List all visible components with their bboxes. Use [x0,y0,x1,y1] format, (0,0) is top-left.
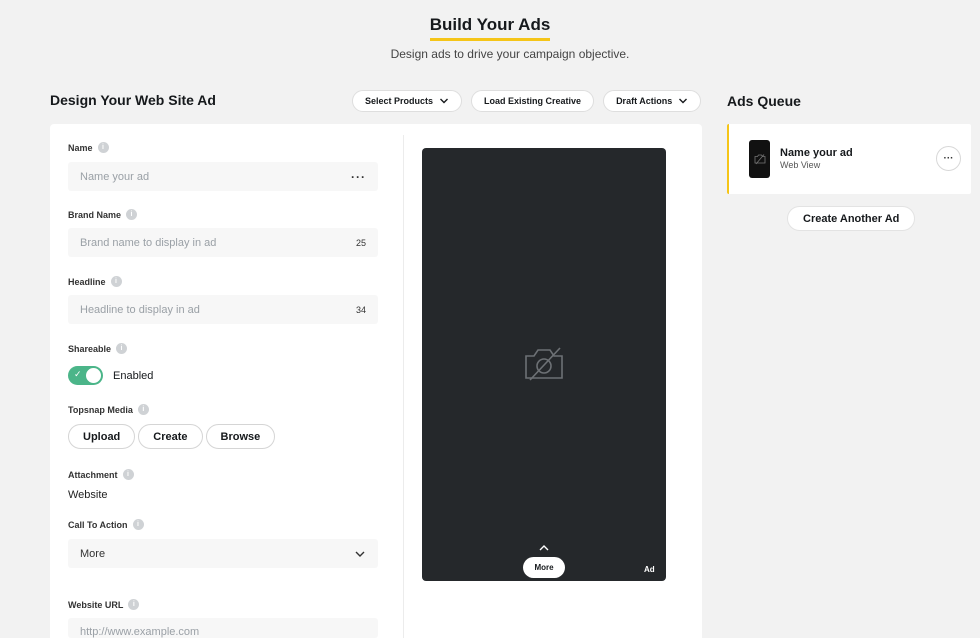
camera-off-icon [525,347,563,381]
editor-toolbar: Select Products Load Existing Creative D… [352,90,702,112]
info-icon[interactable]: i [137,404,149,415]
select-products-button[interactable]: Select Products [352,90,463,112]
ad-preview: More Ad [422,148,666,581]
draft-actions-button[interactable]: Draft Actions [603,90,702,112]
info-icon[interactable]: i [110,276,122,287]
load-existing-creative-button[interactable]: Load Existing Creative [471,90,595,112]
chevron-down-icon [679,98,688,104]
website-url-label: Website URL i [68,599,140,610]
ad-thumbnail [749,140,770,178]
chevron-up-icon [539,545,549,551]
char-count: 34 [355,304,366,315]
editor-title: Design Your Web Site Ad [50,92,216,108]
queue-item[interactable]: Name your ad Web View ··· [727,124,971,194]
call-to-action-select[interactable]: More [68,539,378,568]
check-icon: ✓ [74,369,82,379]
queue-item-type: Web View [780,160,821,170]
call-to-action-label: Call To Action i [68,519,144,530]
browse-button[interactable]: Browse [205,424,276,449]
ads-queue-title: Ads Queue [727,93,801,109]
info-icon[interactable]: i [116,343,128,354]
toggle-knob [86,368,101,383]
name-label: Name i [68,142,109,153]
more-options-icon[interactable]: ··· [936,146,961,171]
shareable-status: Enabled [113,369,154,382]
info-icon[interactable]: i [132,519,144,530]
create-button[interactable]: Create [138,424,203,449]
headline-input[interactable]: Headline to display in ad 34 [68,295,378,324]
page-subtitle: Design ads to drive your campaign object… [390,47,630,61]
brand-name-input[interactable]: Brand name to display in ad 25 [68,228,378,257]
topsnap-media-label: Topsnap Media i [68,404,149,415]
attachment-label: Attachment i [68,469,134,480]
attachment-value: Website [68,489,108,501]
more-options-icon[interactable]: ··· [351,170,366,184]
shareable-row: ✓ Enabled [68,366,153,385]
preview-more-button[interactable]: More [523,557,565,578]
headline-label: Headline i [68,276,122,287]
brand-name-label: Brand Name i [68,209,138,220]
info-icon[interactable]: i [122,469,134,480]
topsnap-media-buttons: Upload Create Browse [68,424,276,449]
card-divider [403,135,404,638]
camera-off-icon [754,154,765,165]
name-input[interactable]: Name your ad ··· [68,162,378,191]
ad-tag: Ad [644,565,655,574]
upload-button[interactable]: Upload [68,424,136,449]
create-another-ad-button[interactable]: Create Another Ad [787,206,916,231]
queue-item-name: Name your ad [780,147,853,159]
char-count: 25 [355,237,366,248]
info-icon[interactable]: i [97,142,109,153]
page-title: Build Your Ads [0,15,980,41]
info-icon[interactable]: i [128,599,140,610]
shareable-label: Shareable i [68,343,128,354]
info-icon[interactable]: i [126,209,138,220]
shareable-toggle[interactable]: ✓ [68,366,103,385]
chevron-down-icon [440,98,449,104]
chevron-down-icon [355,551,365,557]
website-url-input[interactable]: http://www.example.com [68,618,378,638]
